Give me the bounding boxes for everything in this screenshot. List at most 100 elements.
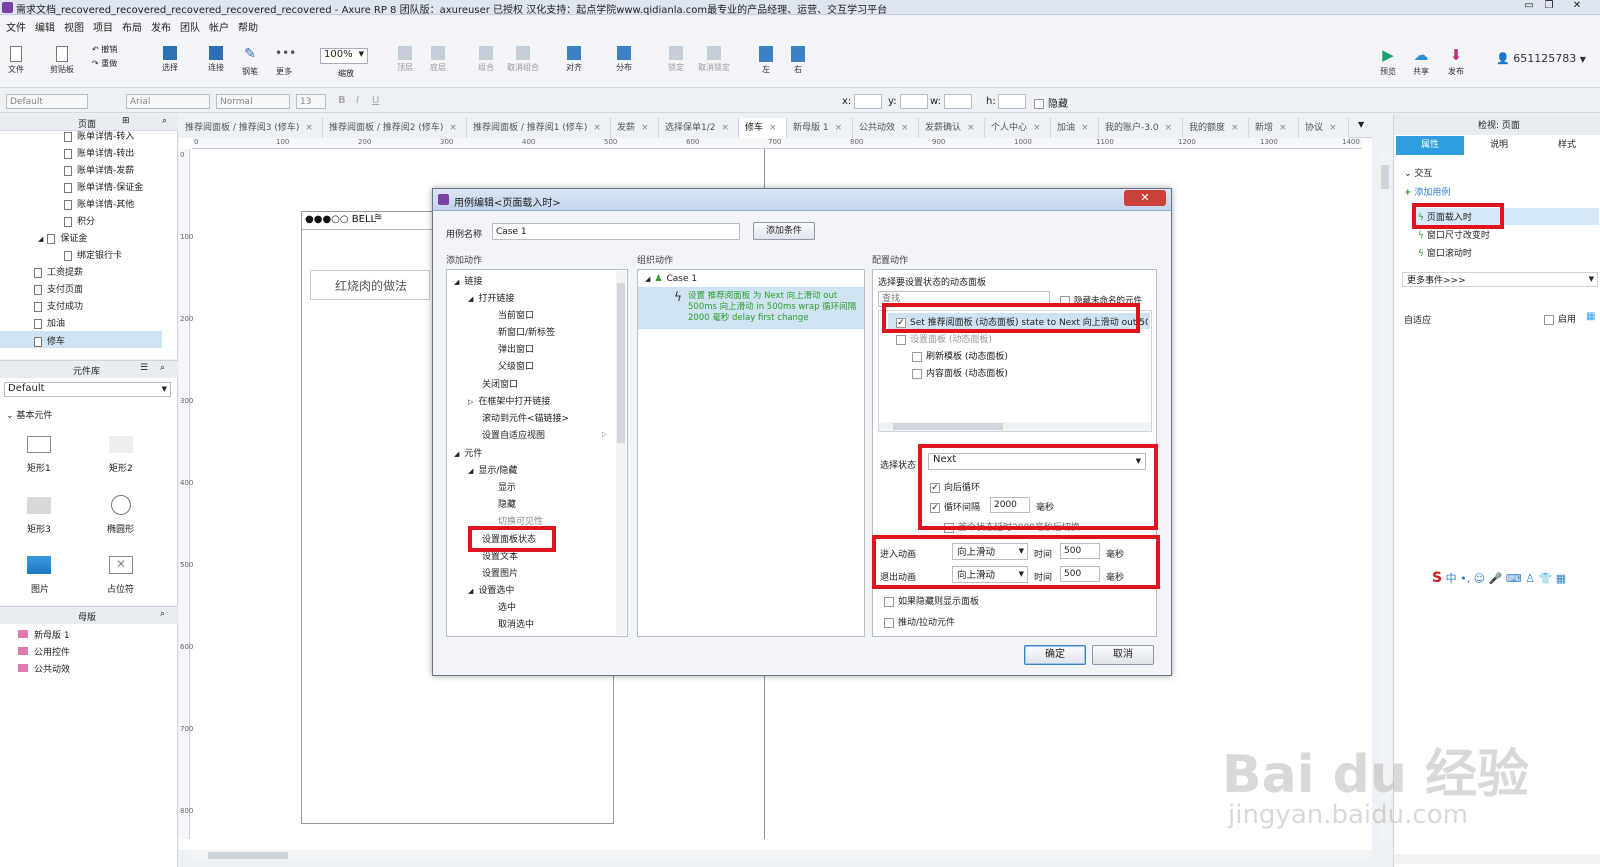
- action-set-image[interactable]: 设置图片: [482, 566, 518, 579]
- master-item[interactable]: 公共动效: [18, 662, 70, 675]
- push-pull-checkbox[interactable]: 推动/拉动元件: [884, 615, 955, 628]
- interaction-section[interactable]: ⌄ 交互: [1404, 166, 1432, 179]
- menu-team[interactable]: 团队: [180, 19, 200, 34]
- search-icon[interactable]: ⌕: [162, 116, 167, 126]
- close-icon[interactable]: ×: [1081, 123, 1089, 133]
- close-icon[interactable]: ×: [1165, 123, 1173, 133]
- action-show[interactable]: 显示: [498, 480, 516, 493]
- menu-help[interactable]: 帮助: [238, 19, 258, 34]
- ok-button[interactable]: 确定: [1024, 645, 1086, 665]
- page-item[interactable]: 工资提薪: [34, 265, 83, 278]
- close-icon[interactable]: ×: [449, 123, 457, 133]
- select-tool[interactable]: 选择: [150, 46, 190, 73]
- close-icon[interactable]: ×: [593, 123, 601, 133]
- action-scroll-to[interactable]: 滚动到元件<锚链接>: [482, 411, 569, 424]
- show-if-hidden-checkbox[interactable]: 如果隐藏则显示面板: [884, 594, 979, 607]
- placeholder-icon[interactable]: ✕: [109, 556, 133, 574]
- close-button[interactable]: ✕: [1562, 0, 1592, 13]
- search-icon[interactable]: ⌕: [160, 609, 165, 619]
- menu-file[interactable]: 文件: [6, 19, 26, 34]
- action-parent-window[interactable]: 父级窗口: [498, 359, 534, 372]
- tab-page[interactable]: 推荐阅面板 / 推荐阅2 (修车) ×: [323, 118, 467, 138]
- actions-scrollbar[interactable]: [616, 271, 626, 635]
- menu-account[interactable]: 帐户: [209, 19, 229, 34]
- close-icon[interactable]: ×: [722, 123, 730, 133]
- case-name-input[interactable]: [492, 223, 740, 240]
- cancel-button[interactable]: 取消: [1092, 645, 1154, 665]
- tab-page[interactable]: 推荐阅面板 / 推荐阅1 (修车) ×: [467, 118, 611, 138]
- event-scroll[interactable]: ϟ 窗口滚动时: [1418, 246, 1472, 259]
- underline-button[interactable]: U: [372, 95, 379, 106]
- action-open-in-frame[interactable]: ▷ 在框架中打开链接: [468, 394, 550, 407]
- tab-page[interactable]: 协议 ×: [1299, 118, 1349, 138]
- horizontal-scrollbar[interactable]: [192, 850, 1372, 861]
- font-select[interactable]: [126, 94, 210, 109]
- widget-rect3[interactable]: [27, 497, 51, 514]
- action-new-tab[interactable]: 新窗口/新标签: [498, 325, 555, 338]
- add-condition-button[interactable]: 添加条件: [753, 222, 815, 240]
- w-field[interactable]: [944, 94, 972, 109]
- panel-list-scroll-thumb[interactable]: [893, 423, 1003, 430]
- page-item[interactable]: 加油: [34, 316, 65, 329]
- menu-layout[interactable]: 布局: [122, 19, 142, 34]
- panel-item[interactable]: 内容面板 (动态面板): [912, 366, 1008, 379]
- panel-item[interactable]: 刷新模板 (动态面板): [912, 349, 1008, 362]
- menu-project[interactable]: 项目: [93, 19, 113, 34]
- event-resize[interactable]: ϟ 窗口尺寸改变时: [1418, 228, 1490, 241]
- share-button[interactable]: ☁ 共享: [1401, 46, 1441, 77]
- tab-page[interactable]: 新母版 1 ×: [787, 118, 853, 138]
- tab-list-icon[interactable]: ▼: [1358, 120, 1364, 129]
- weight-select[interactable]: [216, 94, 290, 109]
- bold-button[interactable]: B: [338, 95, 346, 106]
- page-item[interactable]: ◢ 保证金: [38, 231, 87, 244]
- page-item[interactable]: 支付页面: [34, 282, 83, 295]
- tab-page[interactable]: 推荐阅面板 / 推荐阅3 (修车) ×: [179, 118, 323, 138]
- ungroup-button[interactable]: 取消组合: [503, 46, 543, 73]
- page-item[interactable]: 账单详情-转入: [64, 129, 134, 142]
- more-events-select[interactable]: 更多事件>>> ▼: [1402, 272, 1598, 287]
- close-icon[interactable]: ×: [967, 123, 975, 133]
- action-set-adaptive[interactable]: 设置自适应视图: [482, 428, 545, 441]
- tab-page[interactable]: 选择保单1/2 ×: [659, 118, 739, 138]
- page-item[interactable]: 绑定银行卡: [64, 248, 122, 261]
- hidden-checkbox[interactable]: 隐藏: [1034, 95, 1068, 110]
- panel-list-scrollbar[interactable]: [879, 422, 1151, 431]
- widget-rect2[interactable]: [109, 436, 133, 453]
- tab-page-active[interactable]: 修车 ×: [739, 118, 787, 139]
- close-icon[interactable]: ×: [1279, 123, 1287, 133]
- clipboard-button[interactable]: 剪贴板: [42, 46, 82, 75]
- master-item[interactable]: 新母版 1: [18, 628, 70, 641]
- tab-page[interactable]: 加油 ×: [1051, 118, 1099, 138]
- tab-page[interactable]: 个人中心 ×: [985, 118, 1051, 138]
- page-item[interactable]: 账单详情-其他: [64, 197, 134, 210]
- close-icon[interactable]: ×: [305, 123, 313, 133]
- dialog-close-button[interactable]: ✕: [1124, 190, 1166, 206]
- lock-button[interactable]: 锁定: [656, 46, 696, 73]
- zoom-select[interactable]: 100% ▼: [320, 48, 368, 64]
- action-unselect[interactable]: 取消选中: [498, 617, 534, 630]
- actions-scroll-thumb[interactable]: [617, 283, 625, 443]
- action-select[interactable]: 选中: [498, 600, 516, 613]
- menu-icon[interactable]: ☰: [140, 363, 148, 373]
- menu-view[interactable]: 视图: [64, 19, 84, 34]
- page-item[interactable]: 账单详情-转出: [64, 146, 134, 159]
- right-panel-toggle[interactable]: 右: [778, 46, 818, 75]
- action-popup[interactable]: 弹出窗口: [498, 342, 534, 355]
- h-scroll-thumb[interactable]: [208, 852, 288, 859]
- redo-button[interactable]: ↷ 重做: [92, 58, 117, 69]
- page-item[interactable]: 支付成功: [34, 299, 83, 312]
- tab-page[interactable]: 发薪 ×: [611, 118, 659, 138]
- minimize-button[interactable]: ▭: [1521, 0, 1537, 13]
- close-icon[interactable]: ×: [1033, 123, 1041, 133]
- library-select[interactable]: Default ▼: [4, 382, 171, 397]
- master-item[interactable]: 公用控件: [18, 645, 70, 658]
- image-icon[interactable]: [27, 556, 51, 574]
- unlock-button[interactable]: 取消锁定: [694, 46, 734, 73]
- send-bottom-button[interactable]: 底层: [418, 46, 458, 73]
- scroll-thumb[interactable]: [1381, 165, 1389, 189]
- align-button[interactable]: 对齐: [554, 46, 594, 73]
- style-select[interactable]: [6, 94, 88, 109]
- user-account[interactable]: 👤 651125783 ▼: [1496, 52, 1586, 65]
- page-item-selected[interactable]: [0, 331, 162, 348]
- file-button[interactable]: 文件: [0, 46, 36, 75]
